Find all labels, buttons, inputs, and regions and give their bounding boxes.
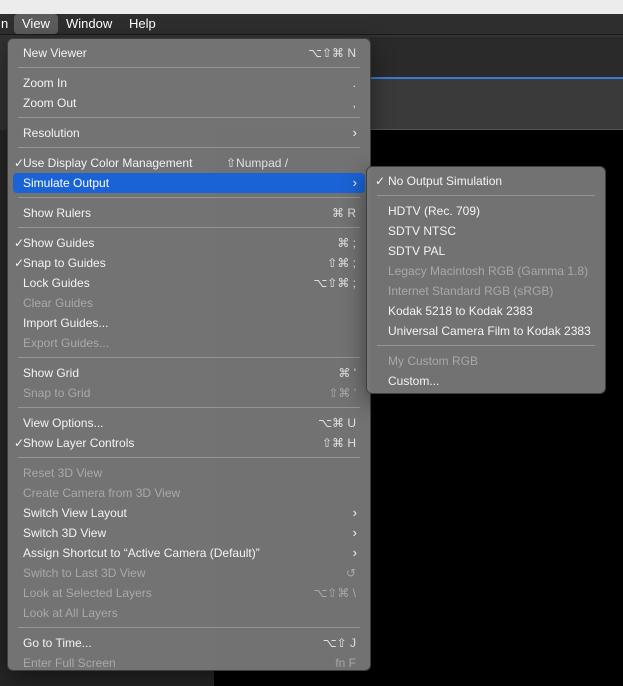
menu-item-switch-view-layout[interactable]: Switch View Layout ›: [13, 503, 365, 523]
menu-separator: [18, 117, 360, 118]
menu-separator: [18, 67, 360, 68]
submenu-arrow-icon: ›: [352, 175, 357, 190]
menu-item-lock-guides[interactable]: Lock Guides ⌥⇧⌘ ;: [13, 273, 365, 293]
submenu-item-custom[interactable]: Custom...: [372, 371, 600, 391]
shortcut-text: ⇧⌘ ': [328, 386, 356, 400]
submenu-item-sdtv-pal[interactable]: SDTV PAL: [372, 241, 600, 261]
shortcut-text: ⌥⌘ U: [318, 416, 356, 430]
menu-item-use-display-color-management[interactable]: ✓ Use Display Color Management ⇧Numpad /: [13, 153, 365, 173]
shortcut-text: ⌥⇧⌘ \: [313, 586, 356, 600]
shortcut-text: ⌘ ;: [337, 236, 356, 250]
shortcut-text: .: [352, 76, 356, 90]
menu-item-assign-shortcut[interactable]: Assign Shortcut to “Active Camera (Defau…: [13, 543, 365, 563]
app-panel-header: [370, 37, 623, 77]
menu-separator: [18, 627, 360, 628]
submenu-item-legacy-mac-rgb: Legacy Macintosh RGB (Gamma 1.8): [388, 264, 589, 278]
menu-item-view-options[interactable]: View Options... ⌥⌘ U: [13, 413, 365, 433]
menubar-item-window[interactable]: Window: [58, 14, 120, 34]
menu-item-switch-3d-view[interactable]: Switch 3D View ›: [13, 523, 365, 543]
menu-separator: [18, 357, 360, 358]
menu-item-resolution[interactable]: Resolution ›: [13, 123, 365, 143]
menu-item-show-grid[interactable]: Show Grid ⌘ ': [13, 363, 365, 383]
menu-separator: [18, 227, 360, 228]
menu-item-look-at-selected-layers: Look at Selected Layers ⌥⇧⌘ \: [13, 583, 365, 603]
menu-bar: n View Window Help: [0, 14, 623, 35]
shortcut-text: ⇧Numpad /: [226, 156, 289, 170]
submenu-item-universal-camera-film[interactable]: Universal Camera Film to Kodak 2383: [372, 321, 600, 341]
menu-item-zoom-in[interactable]: Zoom In .: [13, 73, 365, 93]
shortcut-text: ⌥⇧ J: [322, 636, 356, 650]
menu-separator: [18, 407, 360, 408]
app-panel-toolbar: [370, 79, 623, 130]
menu-item-show-guides[interactable]: ✓ Show Guides ⌘ ;: [13, 233, 365, 253]
menu-item-simulate-output[interactable]: Simulate Output ›: [13, 173, 365, 193]
shortcut-text: fn F: [335, 656, 356, 670]
submenu-arrow-icon: ›: [352, 505, 357, 520]
submenu-item-my-custom-rgb: My Custom RGB: [388, 354, 479, 368]
menu-item-zoom-out[interactable]: Zoom Out ,: [13, 93, 365, 113]
menu-item-import-guides[interactable]: Import Guides...: [13, 313, 365, 333]
submenu-arrow-icon: ›: [352, 125, 357, 140]
submenu-item-internet-standard-rgb: Internet Standard RGB (sRGB): [388, 284, 554, 298]
submenu-arrow-icon: ›: [352, 545, 357, 560]
view-menu: New Viewer ⌥⇧⌘ N Zoom In . Zoom Out , Re…: [7, 38, 371, 671]
submenu-item-kodak-5218[interactable]: Kodak 5218 to Kodak 2383: [372, 301, 600, 321]
menu-item-snap-to-grid: Snap to Grid ⇧⌘ ': [13, 383, 365, 403]
menu-item-snap-to-guides[interactable]: ✓ Snap to Guides ⇧⌘ ;: [13, 253, 365, 273]
submenu-item-sdtv-ntsc[interactable]: SDTV NTSC: [372, 221, 600, 241]
shortcut-text: ,: [352, 96, 356, 110]
shortcut-text: ⇧⌘ ;: [327, 256, 356, 270]
menu-item-new-viewer[interactable]: New Viewer ⌥⇧⌘ N: [13, 43, 365, 63]
os-top-strip: [0, 0, 623, 14]
submenu-item-no-output-simulation[interactable]: ✓ No Output Simulation: [372, 171, 600, 191]
menu-item-enter-full-screen: Enter Full Screen fn F: [13, 653, 365, 673]
submenu-arrow-icon: ›: [352, 525, 357, 540]
submenu-item-hdtv[interactable]: HDTV (Rec. 709): [372, 201, 600, 221]
menu-item-create-camera-from-3d-view: Create Camera from 3D View: [23, 486, 181, 500]
menu-item-go-to-time[interactable]: Go to Time... ⌥⇧ J: [13, 633, 365, 653]
menu-separator: [18, 457, 360, 458]
shortcut-text: ⌘ ': [338, 366, 356, 380]
menu-item-show-rulers[interactable]: Show Rulers ⌘ R: [13, 203, 365, 223]
menu-separator: [18, 147, 360, 148]
checkmark-icon: ✓: [375, 174, 386, 188]
simulate-output-submenu: ✓ No Output Simulation HDTV (Rec. 709) S…: [366, 166, 606, 394]
undo-circle-icon: ↺: [345, 566, 356, 580]
shortcut-text: ⇧⌘ H: [321, 436, 356, 450]
shortcut-text: ⌘ R: [332, 206, 356, 220]
menu-separator: [377, 345, 595, 346]
menubar-item-help[interactable]: Help: [121, 14, 164, 34]
menu-item-show-layer-controls[interactable]: ✓ Show Layer Controls ⇧⌘ H: [13, 433, 365, 453]
shortcut-text: ⌥⇧⌘ ;: [313, 276, 356, 290]
menu-item-export-guides: Export Guides...: [23, 336, 110, 350]
menu-item-clear-guides: Clear Guides: [23, 296, 94, 310]
menubar-item-view[interactable]: View: [14, 14, 58, 34]
menu-item-switch-to-last-3d-view: Switch to Last 3D View ↺: [13, 563, 365, 583]
menu-separator: [18, 197, 360, 198]
menu-item-reset-3d-view: Reset 3D View: [23, 466, 103, 480]
menu-item-look-at-all-layers: Look at All Layers: [23, 606, 118, 620]
menu-separator: [377, 195, 595, 196]
shortcut-text: ⌥⇧⌘ N: [308, 46, 356, 60]
